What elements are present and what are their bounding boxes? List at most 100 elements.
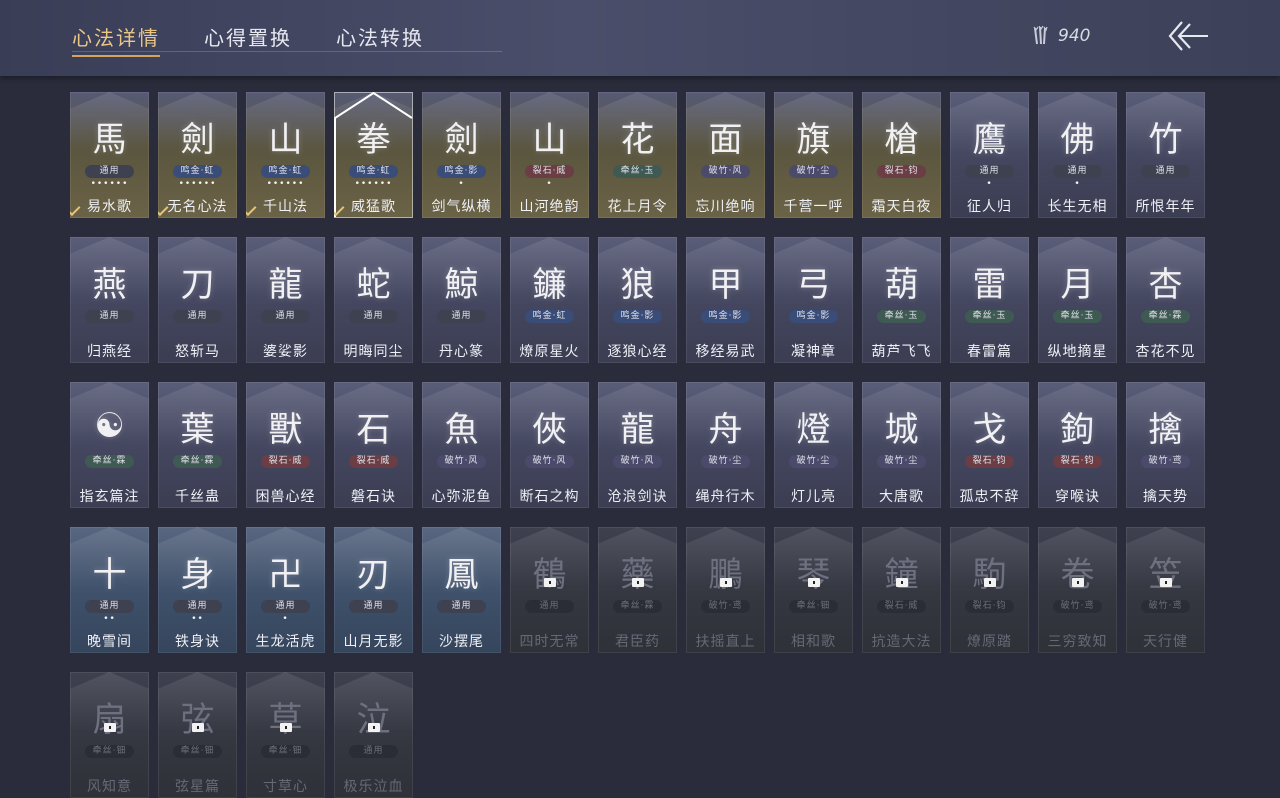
skill-card[interactable]: 魚破竹·风 心弥泥鱼 — [422, 382, 501, 508]
skill-card[interactable]: 甲鸣金·影 移经易武 — [686, 237, 765, 363]
skill-card[interactable]: 泣通用 极乐泣血 — [334, 672, 413, 798]
lock-icon — [280, 723, 292, 732]
skill-name: 抗造大法 — [871, 634, 932, 650]
school-tag: 通用 — [349, 600, 398, 613]
skill-name: 杏花不见 — [1135, 344, 1196, 360]
skill-name: 绳舟行木 — [695, 489, 756, 505]
school-tag: 裂石·威 — [349, 455, 398, 468]
school-tag: 通用 — [525, 600, 574, 613]
skill-card[interactable]: 杏牵丝·霖 杏花不见 — [1126, 237, 1205, 363]
skill-emblem-icon: 刃 — [356, 554, 391, 595]
school-tag: 通用 — [85, 165, 134, 178]
skill-card[interactable]: 月牵丝·玉 纵地摘星 — [1038, 237, 1117, 363]
skill-card[interactable]: 身通用 •• 铁身诀 — [158, 527, 237, 653]
skill-card[interactable]: 燈破竹·尘 灯儿亮 — [774, 382, 853, 508]
skill-card[interactable]: 燕通用 归燕经 — [70, 237, 149, 363]
lock-icon — [632, 578, 644, 587]
skill-emblem-icon: 杏 — [1148, 264, 1183, 305]
skill-card[interactable]: 十通用 •• 晚雪间 — [70, 527, 149, 653]
level-dots: •••••• — [266, 179, 305, 189]
skill-emblem-icon: 鳳 — [444, 554, 479, 595]
skill-card[interactable]: 竹通用 所恨年年 — [1126, 92, 1205, 218]
skill-card[interactable]: 草牵丝·钿 寸草心 — [246, 672, 325, 798]
skill-name: 霜天白夜 — [871, 199, 932, 215]
school-tag: 牵丝·霖 — [613, 600, 662, 613]
skill-card[interactable]: 槍裂石·钧 霜天白夜 — [862, 92, 941, 218]
school-tag: 破竹·风 — [437, 455, 486, 468]
skill-card[interactable]: 鐮鸣金·虹 燎原星火 — [510, 237, 589, 363]
skill-card[interactable]: 旗破竹·尘 千营一呼 — [774, 92, 853, 218]
skill-card[interactable]: 鉤裂石·钧 穿喉诀 — [1038, 382, 1117, 508]
back-button[interactable] — [1166, 18, 1210, 54]
skill-card[interactable]: 佛通用 • 长生无相 — [1038, 92, 1117, 218]
skill-emblem-icon: 獸 — [268, 409, 303, 450]
skill-card[interactable]: 面破竹·风 忘川绝响 — [686, 92, 765, 218]
skill-card[interactable]: 鐘裂石·威 抗造大法 — [862, 527, 941, 653]
skill-name: 铁身诀 — [175, 634, 220, 650]
skill-card[interactable]: ☯ 牵丝·霖 指玄篇注 — [70, 382, 149, 508]
skill-card[interactable]: 花牵丝·玉 花上月令 — [598, 92, 677, 218]
skill-emblem-icon: 鉤 — [1060, 409, 1095, 450]
skill-card[interactable]: 琴牵丝·钿 相和歌 — [774, 527, 853, 653]
skill-card[interactable]: 山鸣金·虹 •••••• 千山法 — [246, 92, 325, 218]
skill-card[interactable]: 卷破竹·鸢 三穷致知 — [1038, 527, 1117, 653]
skill-emblem-icon: 旗 — [796, 119, 831, 160]
skill-emblem-icon: 舟 — [708, 409, 743, 450]
lock-icon — [1072, 578, 1084, 587]
school-tag: 裂石·威 — [525, 165, 574, 178]
skill-card[interactable]: 弦牵丝·钿 弦星篇 — [158, 672, 237, 798]
skill-card[interactable]: 弓鸣金·影 凝神章 — [774, 237, 853, 363]
skill-name: 移经易武 — [695, 344, 756, 360]
skill-card[interactable]: 舟破竹·尘 绳舟行木 — [686, 382, 765, 508]
skill-card[interactable]: 城破竹·尘 大唐歌 — [862, 382, 941, 508]
skill-card[interactable]: 刃通用 山月无影 — [334, 527, 413, 653]
skill-card[interactable]: 鵬破竹·鸢 扶摇直上 — [686, 527, 765, 653]
skill-card[interactable]: 卍通用 • 生龙活虎 — [246, 527, 325, 653]
skill-name: 四时无常 — [519, 634, 580, 650]
skill-card[interactable]: 葉牵丝·霖 千丝蛊 — [158, 382, 237, 508]
skill-card[interactable]: 山裂石·威 • 山河绝韵 — [510, 92, 589, 218]
skill-card[interactable]: 俠破竹·风 断石之构 — [510, 382, 589, 508]
skill-card[interactable]: 龍破竹·风 沧浪剑诀 — [598, 382, 677, 508]
skill-emblem-icon: 駒 — [972, 554, 1007, 595]
skill-card[interactable]: 鯨通用 丹心篆 — [422, 237, 501, 363]
skill-card[interactable]: 蛇通用 明晦同尘 — [334, 237, 413, 363]
skill-card[interactable]: 駒裂石·钧 燎原踏 — [950, 527, 1029, 653]
skill-card[interactable]: 鷹通用 • 征人归 — [950, 92, 1029, 218]
skill-card[interactable]: 鳳通用 沙摆尾 — [422, 527, 501, 653]
school-tag: 通用 — [85, 310, 134, 323]
skill-card[interactable]: 獸裂石·威 困兽心经 — [246, 382, 325, 508]
skill-name: 纵地摘星 — [1047, 344, 1108, 360]
skill-card[interactable]: 葫牵丝·玉 葫芦飞飞 — [862, 237, 941, 363]
skill-card[interactable]: 刀通用 怒斩马 — [158, 237, 237, 363]
lock-icon — [544, 578, 556, 587]
skill-card[interactable]: 龍通用 婆娑影 — [246, 237, 325, 363]
school-tag: 鸣金·影 — [613, 310, 662, 323]
skill-card[interactable]: 鶴通用 四时无常 — [510, 527, 589, 653]
skill-card[interactable]: 馬通用 •••••• 易水歌 — [70, 92, 149, 218]
skill-card[interactable]: 劍鸣金·虹 •••••• 无名心法 — [158, 92, 237, 218]
skill-card[interactable]: 狼鸣金·影 逐狼心经 — [598, 237, 677, 363]
skill-card[interactable]: 拳鸣金·虹 •••••• 威猛歌 — [334, 92, 413, 218]
skill-card[interactable]: 戈裂石·钧 孤忠不辞 — [950, 382, 1029, 508]
skill-card[interactable]: 石裂石·威 磐石诀 — [334, 382, 413, 508]
skill-emblem-icon: 狼 — [620, 264, 655, 305]
school-tag: 牵丝·玉 — [877, 310, 926, 323]
school-tag: 破竹·尘 — [789, 165, 838, 178]
skill-name: 三穷致知 — [1047, 634, 1108, 650]
skill-card[interactable]: 藥牵丝·霖 君臣药 — [598, 527, 677, 653]
skill-card[interactable]: 扇牵丝·钿 风知意 — [70, 672, 149, 798]
skill-name: 孤忠不辞 — [959, 489, 1020, 505]
skill-card[interactable]: 劍鸣金·影 • 剑气纵横 — [422, 92, 501, 218]
skill-card[interactable]: 雷牵丝·玉 春雷篇 — [950, 237, 1029, 363]
skill-name: 大唐歌 — [879, 489, 924, 505]
skill-name: 扶摇直上 — [695, 634, 756, 650]
skill-emblem-icon: 龍 — [620, 409, 655, 450]
skill-emblem-icon: 鶴 — [532, 554, 567, 595]
skill-card[interactable]: 笠破竹·鸢 天行健 — [1126, 527, 1205, 653]
school-tag: 通用 — [437, 310, 486, 323]
school-tag: 牵丝·钿 — [173, 745, 222, 758]
skill-card[interactable]: 擒破竹·鸢 擒天势 — [1126, 382, 1205, 508]
skill-emblem-icon: 雷 — [972, 264, 1007, 305]
skill-emblem-icon: 佛 — [1060, 119, 1095, 160]
